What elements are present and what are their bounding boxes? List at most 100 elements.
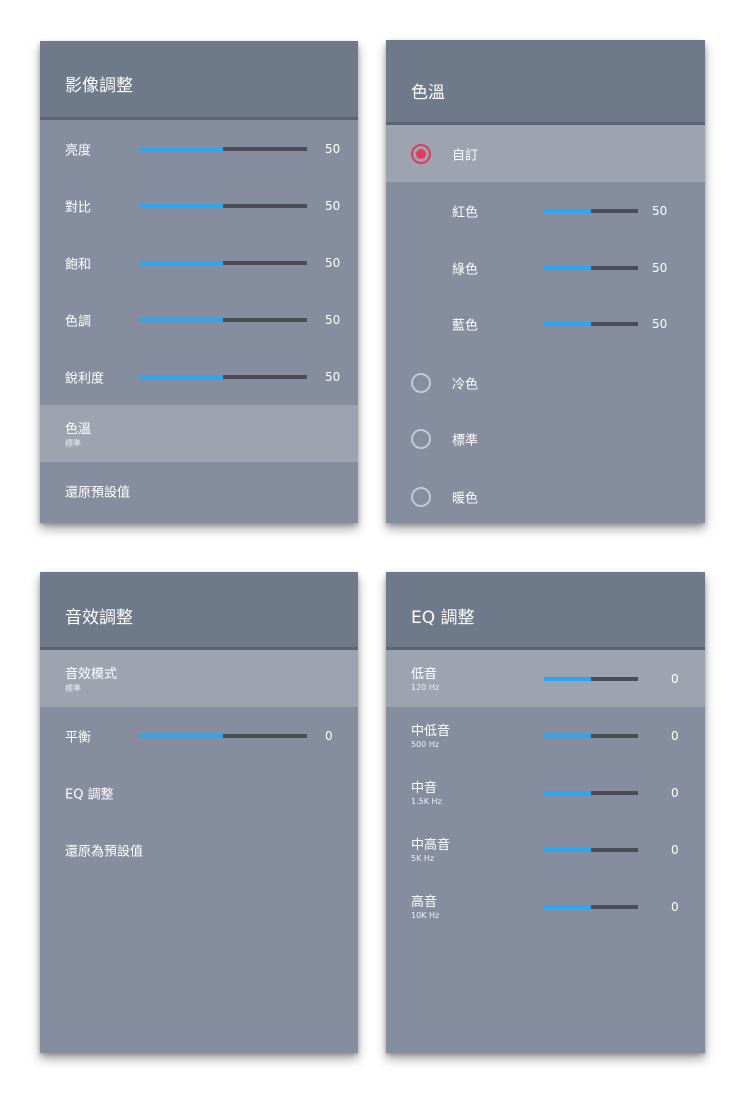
slider-fill [139,146,223,151]
eq-panel: EQ 調整 低音 120 Hz 0 中低音 500 Hz 0 中音 1.5K H… [386,572,705,1053]
panel-header: 影像調整 [40,41,358,120]
sharpness-row[interactable]: 銳利度 50 [40,348,358,405]
radio-dot [416,148,426,159]
saturation-slider[interactable] [139,260,307,265]
reset-defaults-item[interactable]: 還原為預設值 [40,821,358,878]
blue-channel-row[interactable]: 藍色 50 [386,295,705,352]
eq-band-treble[interactable]: 高音 10K Hz 0 [386,878,705,935]
option-label: 標準 [452,433,479,448]
radio-selected-icon[interactable] [411,143,431,164]
balance-row[interactable]: 平衡 0 [40,707,358,764]
slider-fill [139,260,223,265]
picture-settings-panel: 影像調整 亮度 50 對比 50 飽和 50 色調 50 銳利度 50 色溫 標… [40,41,358,523]
slider-fill [139,317,223,322]
item-label: 還原預設值 [65,485,131,500]
treble-slider[interactable] [544,904,638,909]
setting-label: 亮度 [65,143,92,158]
eq-band-low-mid[interactable]: 中低音 500 Hz 0 [386,707,705,764]
reset-defaults-item[interactable]: 還原預設值 [40,462,358,519]
item-sublabel: 標準 [65,439,81,448]
eq-adjust-item[interactable]: EQ 調整 [40,764,358,821]
radio-unselected-icon[interactable] [411,428,431,449]
warm-option[interactable]: 暖色 [386,468,705,523]
channel-label: 紅色 [452,205,479,220]
option-label: 冷色 [452,377,479,392]
mid-slider[interactable] [544,790,638,795]
sharpness-slider[interactable] [139,374,307,379]
color-temperature-item[interactable]: 色溫 標準 [40,405,358,462]
band-label: 低音 [411,667,438,682]
option-label: 自訂 [452,148,479,163]
band-frequency: 1.5K Hz [411,797,442,806]
radio-unselected-icon[interactable] [411,486,431,507]
slider-fill [139,374,223,379]
setting-value: 50 [325,198,341,213]
setting-value: 50 [325,312,341,327]
panel-header: 色溫 [386,40,705,125]
item-sublabel: 標準 [65,684,81,693]
hue-row[interactable]: 色調 50 [40,291,358,348]
slider-fill [544,904,591,909]
band-label: 中高音 [411,838,451,853]
sound-settings-panel: 音效調整 音效模式 標準 平衡 0 EQ 調整 還原為預設值 [40,572,358,1053]
brightness-row[interactable]: 亮度 50 [40,120,358,177]
brightness-slider[interactable] [139,146,307,151]
band-frequency: 120 Hz [411,683,440,692]
band-label: 中低音 [411,724,451,739]
custom-option[interactable]: 自訂 [386,125,705,182]
green-slider[interactable] [544,265,638,270]
channel-value: 50 [652,316,668,331]
band-label: 高音 [411,895,438,910]
band-value: 0 [671,842,679,857]
slider-fill [544,847,591,852]
channel-value: 50 [652,203,668,218]
slider-fill [544,265,591,270]
sound-mode-item[interactable]: 音效模式 標準 [40,650,358,707]
hue-slider[interactable] [139,317,307,322]
item-label: 還原為預設值 [65,844,144,859]
panel-header: EQ 調整 [386,572,705,650]
slider-fill [544,208,591,213]
panel-title: EQ 調整 [411,608,475,628]
slider-fill [544,733,591,738]
high-mid-slider[interactable] [544,847,638,852]
band-frequency: 5K Hz [411,854,435,863]
band-value: 0 [671,671,679,686]
standard-option[interactable]: 標準 [386,410,705,467]
slider-fill [544,790,591,795]
slider-fill [139,733,223,738]
setting-value: 50 [325,141,341,156]
item-label: EQ 調整 [65,787,114,802]
band-value: 0 [671,728,679,743]
setting-label: 銳利度 [65,371,105,386]
panel-title: 音效調整 [65,608,133,628]
red-slider[interactable] [544,208,638,213]
green-channel-row[interactable]: 綠色 50 [386,239,705,296]
setting-value: 50 [325,255,341,270]
slider-fill [544,321,591,326]
setting-label: 平衡 [65,730,92,745]
item-label: 色溫 [65,422,92,437]
contrast-slider[interactable] [139,203,307,208]
red-channel-row[interactable]: 紅色 50 [386,182,705,239]
eq-band-high-mid[interactable]: 中高音 5K Hz 0 [386,821,705,878]
balance-slider[interactable] [139,733,307,738]
saturation-row[interactable]: 飽和 50 [40,234,358,291]
low-mid-slider[interactable] [544,733,638,738]
blue-slider[interactable] [544,321,638,326]
contrast-row[interactable]: 對比 50 [40,177,358,234]
band-value: 0 [671,899,679,914]
item-label: 音效模式 [65,667,118,682]
cool-option[interactable]: 冷色 [386,354,705,411]
setting-label: 色調 [65,314,92,329]
band-label: 中音 [411,781,438,796]
eq-band-bass[interactable]: 低音 120 Hz 0 [386,650,705,707]
panel-title: 影像調整 [65,76,133,96]
color-temperature-panel: 色溫 自訂 紅色 50 綠色 50 藍色 50 冷色 標準 暖色 [386,40,705,523]
radio-unselected-icon[interactable] [411,372,431,393]
setting-label: 飽和 [65,257,92,272]
slider-fill [544,676,591,681]
channel-label: 綠色 [452,262,479,277]
bass-slider[interactable] [544,676,638,681]
eq-band-mid[interactable]: 中音 1.5K Hz 0 [386,764,705,821]
